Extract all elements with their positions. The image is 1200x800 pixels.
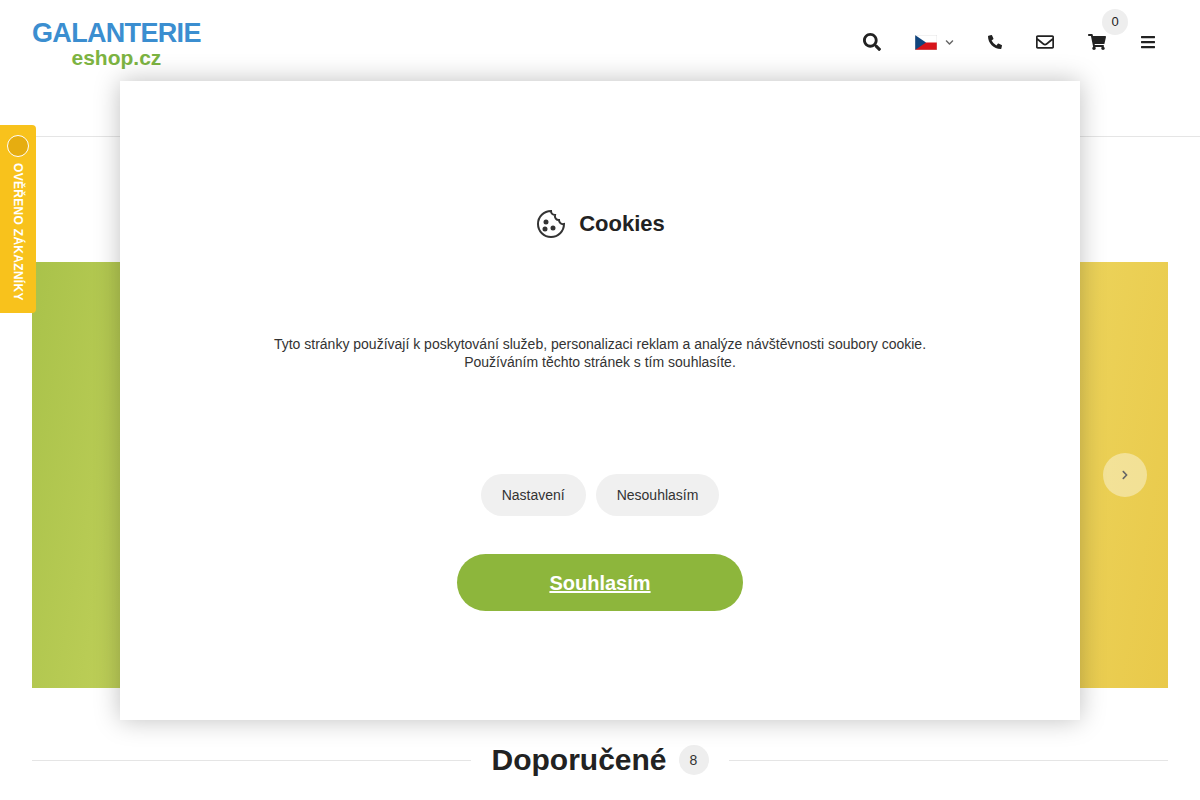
envelope-icon[interactable] (1036, 33, 1054, 51)
cart-count: 0 (1102, 9, 1128, 35)
next-arrow[interactable] (1103, 453, 1147, 497)
menu-icon[interactable] (1140, 34, 1156, 50)
dialog-title: Cookies (579, 207, 665, 240)
chevron-down-icon (945, 38, 954, 47)
cookie-icon (535, 208, 567, 240)
phone-icon[interactable] (988, 35, 1002, 49)
page: GALANTERIEeshop.cz 0 Doporučené 8 OVĚŘENO ZÁ… (0, 0, 1200, 800)
verified-badge[interactable]: OVĚŘENO ZÁKAZNÍKY (0, 125, 36, 313)
language-switch[interactable] (915, 35, 954, 50)
chevron-right-icon (1120, 470, 1130, 480)
logo[interactable]: GALANTERIEeshop.cz (32, 16, 201, 68)
accept-button[interactable]: Souhlasím (457, 554, 743, 611)
search-icon[interactable] (863, 33, 881, 51)
recommended-section: Doporučené 8 (32, 740, 1168, 780)
cookie-dialog: Cookies Tyto stránky používají k poskytov… (120, 81, 1080, 720)
section-title: Doporučené (491, 740, 666, 780)
secondary-button[interactable]: Nesouhlasím (596, 474, 720, 516)
badge-seal-icon (7, 135, 29, 157)
cart-icon (1088, 33, 1106, 51)
czech-flag-icon (915, 35, 937, 50)
cart[interactable]: 0 (1088, 33, 1106, 51)
dialog-text: Tyto stránky používají k poskytování slu… (274, 335, 926, 371)
secondary-button[interactable]: Nastavení (481, 474, 586, 516)
section-count: 8 (679, 745, 709, 775)
